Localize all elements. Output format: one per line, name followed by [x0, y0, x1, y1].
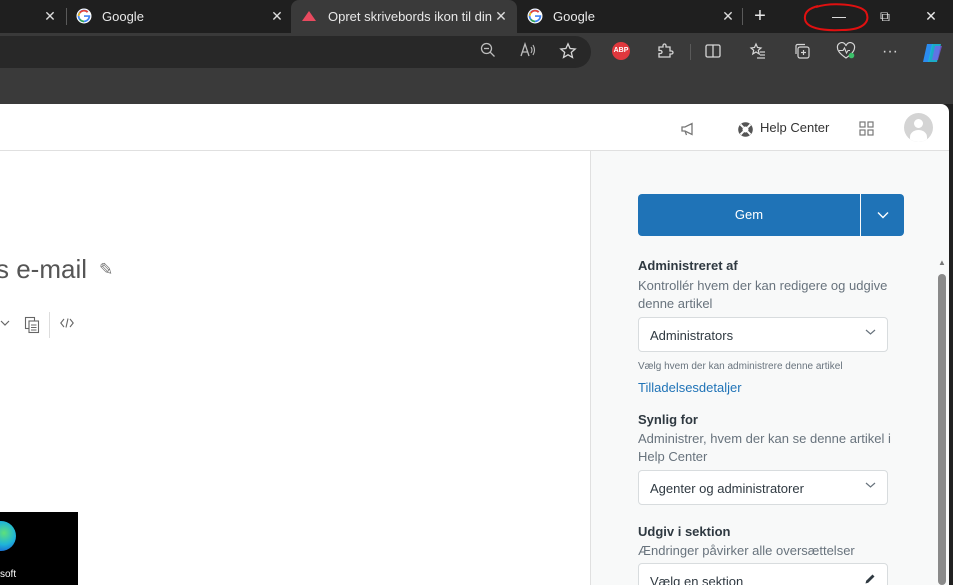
section-select[interactable]: Vælg en sektion [638, 563, 888, 585]
tab-title: Google [102, 9, 144, 24]
help-lifebuoy-icon[interactable] [737, 121, 753, 137]
visible-for-select[interactable]: Agenter og administratorer [638, 470, 888, 505]
close-window-button[interactable]: ✕ [908, 0, 953, 33]
zendesk-triangle-icon [302, 11, 316, 21]
sidebar-scrollbar[interactable]: ▲ [935, 256, 949, 585]
close-tab-icon[interactable]: ✕ [720, 8, 736, 24]
visible-for-value: Agenter og administratorer [650, 481, 804, 496]
scrollbar-thumb[interactable] [938, 274, 946, 585]
help-center-link[interactable]: Help Center [760, 120, 829, 135]
page-content: Help Center s e-mail ✎ soft Gem Administ… [0, 104, 949, 585]
managed-by-hint: Vælg hvem der kan administrere denne art… [638, 361, 843, 372]
tab-title: Google [553, 9, 595, 24]
section-value: Vælg en sektion [650, 574, 744, 585]
close-tab-icon[interactable]: ✕ [42, 8, 58, 24]
tab-title: Opret skrivebords ikon til din [328, 9, 493, 24]
permission-details-link[interactable]: Tilladelsesdetaljer [638, 380, 742, 395]
edit-pencil-icon[interactable] [864, 573, 876, 585]
extensions-puzzle-icon[interactable] [655, 42, 675, 62]
publish-section-description: Ændringer påvirker alle oversættelser [638, 543, 855, 558]
visible-for-title: Synlig for [638, 412, 698, 427]
copy-content-icon[interactable] [24, 316, 40, 334]
more-options-icon[interactable]: ··· [880, 42, 900, 62]
thumbnail-label: soft [0, 569, 17, 580]
tab-active[interactable]: Opret skrivebords ikon til din ✕ [291, 0, 517, 33]
browser-essentials-icon[interactable] [836, 42, 856, 62]
address-bar[interactable] [0, 36, 591, 68]
apps-grid-icon[interactable] [859, 121, 875, 137]
visible-for-description: Administrer, hvem der kan se denne artik… [638, 431, 891, 464]
managed-by-select[interactable]: Administrators [638, 317, 888, 352]
tab-partial[interactable]: ✕ [0, 0, 66, 33]
tab-google-1[interactable]: Google ✕ [66, 0, 290, 33]
megaphone-icon[interactable] [680, 121, 696, 137]
copilot-icon[interactable] [920, 42, 942, 62]
toolbar-separator [690, 44, 691, 60]
chevron-down-icon [865, 480, 876, 492]
favorite-star-icon[interactable] [558, 42, 578, 62]
new-tab-button[interactable]: + [737, 0, 783, 33]
collections-icon[interactable] [792, 42, 812, 62]
scroll-up-arrow-icon[interactable]: ▲ [938, 258, 946, 267]
avatar-body [910, 130, 927, 142]
split-screen-icon[interactable] [703, 42, 723, 62]
avatar-head [914, 119, 923, 128]
publish-section-title: Udgiv i sektion [638, 524, 731, 539]
save-button[interactable]: Gem [638, 194, 860, 236]
google-icon [527, 8, 543, 24]
chevron-down-icon[interactable] [0, 318, 10, 330]
close-tab-icon[interactable]: ✕ [493, 8, 509, 24]
zoom-icon[interactable] [478, 42, 498, 62]
article-settings-sidebar: Gem Administreret af Kontrollér hvem der… [590, 151, 949, 585]
adblock-plus-icon[interactable]: ABP [612, 42, 630, 60]
page-header: Help Center [0, 104, 949, 151]
favorites-bar [0, 71, 953, 104]
tab-google-2[interactable]: Google ✕ [517, 0, 742, 33]
toolbar-divider [49, 312, 50, 338]
managed-by-title: Administreret af [638, 258, 738, 273]
managed-by-value: Administrators [650, 328, 734, 343]
edge-logo-icon [0, 521, 16, 551]
google-icon [76, 8, 92, 24]
article-title[interactable]: s e-mail [0, 254, 87, 285]
edit-pencil-icon[interactable]: ✎ [99, 260, 113, 280]
red-annotation-circle [803, 3, 869, 32]
browser-window: ✕ Google ✕ Opret skrivebords ikon til di… [0, 0, 953, 585]
taskbar-thumbnail[interactable]: soft [0, 512, 78, 585]
managed-by-description: Kontrollér hvem der kan redigere og udgi… [638, 278, 888, 311]
user-avatar[interactable] [904, 113, 933, 142]
save-options-chevron-icon[interactable] [861, 194, 904, 236]
favorites-list-icon[interactable] [748, 42, 768, 62]
chevron-down-icon [865, 327, 876, 339]
tab-strip: ✕ Google ✕ Opret skrivebords ikon til di… [0, 0, 953, 33]
browser-toolbar: ··· [0, 33, 953, 71]
source-code-icon[interactable] [60, 318, 74, 331]
close-tab-icon[interactable]: ✕ [269, 8, 285, 24]
read-aloud-icon[interactable] [518, 41, 538, 62]
